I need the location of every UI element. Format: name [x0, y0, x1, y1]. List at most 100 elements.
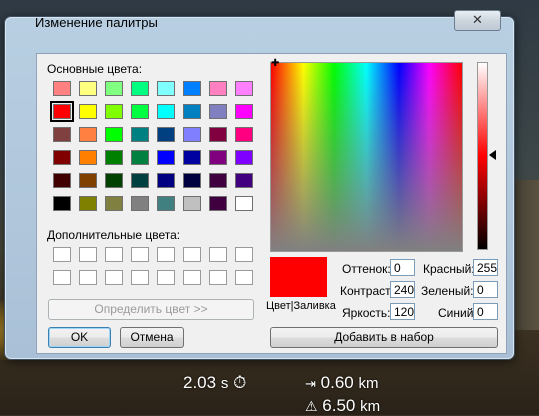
blue-input[interactable]: 0	[473, 303, 498, 320]
hud-time: 2.03 s ⏱	[183, 373, 246, 393]
hud-time-unit: s	[220, 375, 229, 392]
add-to-custom-button[interactable]: Добавить в набор	[270, 327, 498, 348]
basic-colors-label: Основные цвета:	[47, 62, 143, 76]
custom-color-swatch[interactable]	[131, 270, 149, 285]
red-label: Красный:	[423, 262, 475, 276]
custom-color-swatch[interactable]	[183, 247, 201, 262]
basic-color-swatch[interactable]	[209, 173, 227, 188]
custom-color-swatch[interactable]	[183, 270, 201, 285]
warning-icon: ⚠	[305, 398, 318, 414]
hud-time-value: 2.03	[183, 373, 217, 392]
ok-button[interactable]: OK	[48, 327, 111, 348]
basic-color-swatch[interactable]	[53, 173, 71, 188]
basic-color-swatch[interactable]	[183, 81, 201, 96]
basic-color-swatch[interactable]	[157, 81, 175, 96]
basic-color-swatch[interactable]	[79, 196, 97, 211]
basic-color-swatch[interactable]	[209, 81, 227, 96]
basic-color-swatch[interactable]	[105, 104, 123, 119]
red-input[interactable]: 255	[473, 259, 498, 276]
basic-color-swatch[interactable]	[235, 81, 253, 96]
custom-color-swatch[interactable]	[209, 247, 227, 262]
basic-color-swatch[interactable]	[105, 196, 123, 211]
basic-color-swatch[interactable]	[131, 196, 149, 211]
sat-label: Контраст:	[340, 284, 394, 298]
basic-color-swatch[interactable]	[183, 127, 201, 142]
color-spectrum[interactable]	[270, 62, 463, 252]
basic-color-swatch[interactable]	[157, 196, 175, 211]
basic-color-swatch[interactable]	[209, 196, 227, 211]
hud-distance: ⇥ 0.60 km	[305, 373, 378, 393]
basic-color-swatch[interactable]	[131, 150, 149, 165]
basic-color-swatch[interactable]	[183, 104, 201, 119]
custom-color-swatch[interactable]	[79, 247, 97, 262]
custom-color-swatch[interactable]	[79, 270, 97, 285]
custom-color-swatch[interactable]	[157, 247, 175, 262]
basic-color-swatch[interactable]	[131, 104, 149, 119]
basic-color-swatch[interactable]	[235, 173, 253, 188]
basic-color-swatch[interactable]	[79, 127, 97, 142]
custom-color-swatch[interactable]	[157, 270, 175, 285]
custom-color-swatch[interactable]	[53, 270, 71, 285]
basic-color-swatch[interactable]	[79, 81, 97, 96]
basic-color-swatch[interactable]	[105, 173, 123, 188]
hud-distance2-unit: km	[360, 398, 381, 415]
blue-label: Синий:	[438, 306, 477, 320]
custom-color-swatch[interactable]	[131, 247, 149, 262]
custom-color-swatch[interactable]	[105, 247, 123, 262]
basic-color-swatch[interactable]	[235, 196, 253, 211]
custom-color-swatch[interactable]	[235, 247, 253, 262]
basic-color-swatch[interactable]	[157, 127, 175, 142]
color-solid-label: Цвет|Заливка	[266, 300, 336, 312]
basic-color-swatch[interactable]	[79, 150, 97, 165]
basic-color-swatch[interactable]	[79, 173, 97, 188]
cancel-button[interactable]: Отмена	[120, 327, 184, 348]
basic-color-swatch[interactable]	[183, 196, 201, 211]
close-button[interactable]: ✕	[454, 10, 501, 31]
basic-color-swatch[interactable]	[209, 127, 227, 142]
basic-color-swatch[interactable]	[157, 173, 175, 188]
basic-color-swatch[interactable]	[105, 127, 123, 142]
basic-color-swatch[interactable]	[105, 81, 123, 96]
hud-distance-value: 0.60	[320, 373, 354, 392]
sat-input[interactable]: 240	[390, 281, 415, 298]
basic-color-swatch[interactable]	[50, 101, 74, 122]
basic-color-swatch[interactable]	[183, 173, 201, 188]
lum-label: Яркость:	[342, 306, 391, 320]
basic-color-swatch[interactable]	[79, 104, 97, 119]
luminance-slider[interactable]	[477, 62, 488, 250]
close-icon: ✕	[472, 12, 483, 27]
basic-color-swatch[interactable]	[209, 150, 227, 165]
basic-color-swatch[interactable]	[53, 81, 71, 96]
hue-input[interactable]: 0	[390, 259, 415, 276]
custom-color-swatch[interactable]	[209, 270, 227, 285]
basic-color-swatch[interactable]	[157, 150, 175, 165]
hud-distance-unit: km	[358, 375, 379, 392]
basic-color-swatch[interactable]	[53, 150, 71, 165]
basic-color-swatch[interactable]	[105, 150, 123, 165]
custom-color-swatch[interactable]	[53, 247, 71, 262]
custom-color-swatch[interactable]	[235, 270, 253, 285]
basic-color-swatch[interactable]	[157, 104, 175, 119]
basic-color-swatch[interactable]	[131, 127, 149, 142]
custom-colors-label: Дополнительные цвета:	[47, 228, 181, 242]
basic-color-swatch[interactable]	[53, 196, 71, 211]
basic-color-swatch[interactable]	[235, 127, 253, 142]
green-input[interactable]: 0	[473, 281, 498, 298]
basic-color-swatch[interactable]	[209, 104, 227, 119]
hud-distance2: ⚠ 6.50 km	[305, 396, 380, 416]
spectrum-crosshair-icon[interactable]: ✚	[271, 59, 279, 69]
luminance-arrow-icon[interactable]	[489, 150, 496, 160]
basic-color-swatch[interactable]	[131, 81, 149, 96]
basic-color-swatch[interactable]	[131, 173, 149, 188]
basic-color-swatch[interactable]	[53, 127, 71, 142]
stopwatch-icon: ⏱	[233, 373, 247, 392]
arrow-right-icon: ⇥	[305, 376, 316, 391]
custom-color-swatch[interactable]	[105, 270, 123, 285]
hue-label: Оттенок:	[342, 262, 391, 276]
basic-color-swatch[interactable]	[235, 150, 253, 165]
define-color-button[interactable]: Определить цвет >>	[48, 299, 254, 320]
lum-input[interactable]: 120	[390, 303, 415, 320]
color-preview	[270, 257, 327, 297]
basic-color-swatch[interactable]	[235, 104, 253, 119]
basic-color-swatch[interactable]	[183, 150, 201, 165]
